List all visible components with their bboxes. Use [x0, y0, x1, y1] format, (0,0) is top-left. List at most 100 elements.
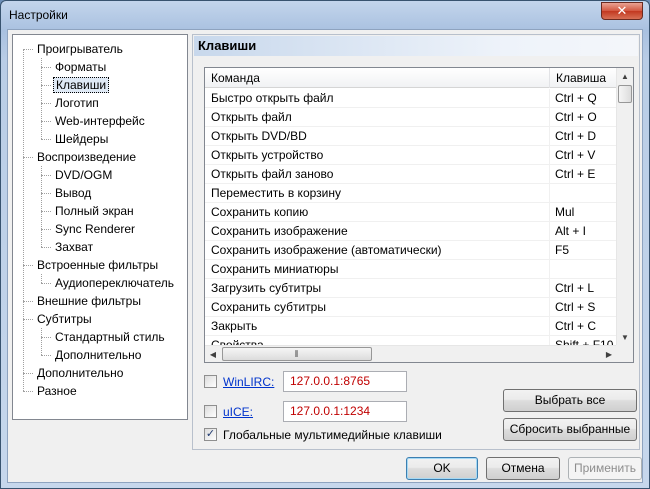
tree-item[interactable]: Встроенные фильтры — [35, 256, 160, 274]
key-cell: Ctrl + L — [555, 281, 595, 295]
uice-link[interactable]: uICE: — [223, 405, 253, 419]
uice-checkbox[interactable] — [204, 405, 217, 418]
tree-connector — [41, 103, 51, 104]
column-header-key[interactable]: Клавиша — [549, 68, 619, 88]
tree-connector — [41, 67, 51, 68]
tree-connector — [41, 355, 51, 356]
table-row[interactable]: Сохранить субтитры Ctrl + S — [205, 298, 618, 317]
apply-button[interactable]: Применить — [568, 457, 642, 480]
command-cell: Сохранить миниатюры — [211, 262, 339, 276]
tree-connector — [23, 265, 33, 266]
table-row[interactable]: Сохранить изображение Alt + I — [205, 222, 618, 241]
tree-connector — [41, 58, 42, 139]
scroll-right-icon[interactable]: ▶ — [601, 346, 617, 362]
horizontal-scrollbar[interactable]: ◀ ⦀ ▶ — [205, 345, 618, 362]
tree-item[interactable]: Стандартный стиль — [53, 328, 167, 346]
cancel-button[interactable]: Отмена — [486, 457, 560, 480]
vertical-scrollbar[interactable]: ▲ ▼ — [616, 68, 633, 346]
global-keys-label[interactable]: Глобальные мультимедийные клавиши — [223, 428, 442, 442]
command-cell: Сохранить субтитры — [211, 300, 326, 314]
table-row[interactable]: Открыть файл Ctrl + O — [205, 108, 618, 127]
vertical-scroll-thumb[interactable] — [618, 85, 632, 103]
tree-connector — [41, 247, 51, 248]
tree-connector — [41, 328, 42, 355]
tree-item[interactable]: Воспроизведение — [35, 148, 138, 166]
winlirc-address-input[interactable]: 127.0.0.1:8765 — [283, 371, 407, 392]
tree-item[interactable]: Шейдеры — [53, 130, 110, 148]
tree-item[interactable]: Внешние фильтры — [35, 292, 143, 310]
command-cell: Открыть DVD/BD — [211, 129, 307, 143]
panel-title: Клавиши — [194, 36, 638, 56]
table-row[interactable]: Сохранить миниатюры — [205, 260, 618, 279]
winlirc-link[interactable]: WinLIRC: — [223, 375, 274, 389]
tree-connector — [41, 283, 51, 284]
scroll-down-icon[interactable]: ▼ — [617, 329, 633, 346]
key-cell: Ctrl + Q — [555, 91, 597, 105]
command-cell: Сохранить копию — [211, 205, 309, 219]
table-row[interactable]: Открыть устройство Ctrl + V — [205, 146, 618, 165]
tree-item[interactable]: Полный экран — [53, 202, 136, 220]
tree-connector — [23, 49, 24, 391]
tree-item[interactable]: Проигрыватель — [35, 40, 125, 58]
table-row[interactable]: Загрузить субтитры Ctrl + L — [205, 279, 618, 298]
tree-item[interactable]: Web-интерфейс — [53, 112, 147, 130]
uice-address-input[interactable]: 127.0.0.1:1234 — [283, 401, 407, 422]
tree-item[interactable]: DVD/OGM — [53, 166, 114, 184]
table-row[interactable]: Закрыть Ctrl + C — [205, 317, 618, 336]
cell-divider — [549, 298, 550, 317]
key-cell: F5 — [555, 243, 570, 257]
table-row[interactable]: Открыть файл заново Ctrl + E — [205, 165, 618, 184]
table-row[interactable]: Сохранить копию Mul — [205, 203, 618, 222]
table-row[interactable]: Переместить в корзину — [205, 184, 618, 203]
scroll-left-icon[interactable]: ◀ — [205, 346, 221, 362]
column-header-command[interactable]: Команда — [205, 68, 549, 88]
scroll-corner — [616, 345, 633, 362]
tree-item-label: Клавиши — [53, 77, 110, 93]
tree-item[interactable]: Дополнительно — [53, 346, 143, 364]
key-cell: Ctrl + D — [555, 129, 597, 143]
tree-item-label: Разное — [37, 384, 77, 398]
tree-connector — [23, 319, 33, 320]
table-row[interactable]: Быстро открыть файл Ctrl + Q — [205, 89, 618, 108]
tree-item[interactable]: Логотип — [53, 94, 101, 112]
settings-tree: Проигрыватель Форматы Клавиши Логотип Web-ин… — [12, 34, 188, 420]
tree-item[interactable]: Клавиши — [53, 76, 110, 94]
tree-item[interactable]: Субтитры — [35, 310, 94, 328]
ok-button[interactable]: OK — [406, 457, 478, 480]
tree-item[interactable]: Разное — [35, 382, 79, 400]
tree-connector — [41, 337, 51, 338]
winlirc-checkbox[interactable] — [204, 375, 217, 388]
tree-connector — [41, 175, 51, 176]
command-cell: Закрыть — [211, 319, 258, 333]
tree-item[interactable]: Форматы — [53, 58, 108, 76]
tree-item-label: Полный экран — [55, 204, 134, 218]
reset-selected-button[interactable]: Сбросить выбранные — [503, 418, 637, 441]
window-title: Настройки — [9, 8, 68, 22]
tree-connector — [41, 139, 51, 140]
tree-connector — [41, 229, 51, 230]
key-cell: Ctrl + S — [555, 300, 596, 314]
horizontal-scroll-thumb[interactable]: ⦀ — [222, 347, 372, 361]
tree-item[interactable]: Вывод — [53, 184, 93, 202]
key-cell: Ctrl + O — [555, 110, 597, 124]
title-bar[interactable]: Настройки ✕ — [1, 1, 649, 29]
global-keys-checkbox[interactable]: ✓ — [204, 428, 217, 441]
tree-item-label: Воспроизведение — [37, 150, 137, 164]
table-row[interactable]: Сохранить изображение (автоматически) F5 — [205, 241, 618, 260]
tree-item[interactable]: Sync Renderer — [53, 220, 137, 238]
close-icon[interactable]: ✕ — [601, 2, 643, 20]
scroll-up-icon[interactable]: ▲ — [617, 68, 633, 85]
tree-item[interactable]: Захват — [53, 238, 95, 256]
key-cell: Ctrl + V — [555, 148, 596, 162]
settings-window: Настройки ✕ Проигрыватель Форматы Клавиши Л… — [0, 0, 650, 489]
tree-item-label: DVD/OGM — [55, 168, 113, 182]
select-all-button[interactable]: Выбрать все — [503, 389, 637, 412]
tree-item[interactable]: Аудиопереключатель — [53, 274, 176, 292]
command-cell: Открыть устройство — [211, 148, 324, 162]
tree-item-label: Захват — [55, 240, 94, 254]
tree-connector — [23, 157, 33, 158]
tree-item[interactable]: Дополнительно — [35, 364, 125, 382]
list-header: Команда Клавиша — [205, 68, 618, 88]
tree-item-label: Web-интерфейс — [55, 114, 145, 128]
table-row[interactable]: Открыть DVD/BD Ctrl + D — [205, 127, 618, 146]
